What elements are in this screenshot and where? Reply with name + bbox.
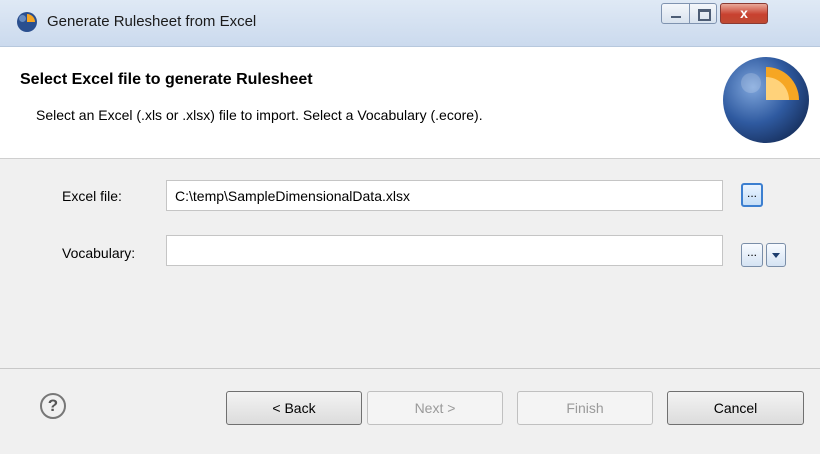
page-title: Select Excel file to generate Rulesheet xyxy=(20,71,313,88)
window-title: Generate Rulesheet from Excel xyxy=(47,13,257,30)
corticon-logo-icon xyxy=(723,57,809,143)
minimize-button[interactable] xyxy=(661,3,690,24)
cancel-button[interactable]: Cancel xyxy=(667,391,804,425)
title-bar: Generate Rulesheet from Excel x xyxy=(0,0,820,47)
vocabulary-dropdown-button[interactable] xyxy=(766,243,786,267)
form-area: Excel file: ... Vocabulary: ... xyxy=(0,159,820,369)
wizard-header: Select Excel file to generate Rulesheet … xyxy=(0,47,820,159)
excel-file-input[interactable] xyxy=(166,180,723,211)
close-button[interactable]: x xyxy=(720,3,768,24)
vocabulary-label: Vocabulary: xyxy=(62,245,136,261)
next-button[interactable]: Next > xyxy=(367,391,503,425)
vocabulary-browse-button[interactable]: ... xyxy=(741,243,763,267)
finish-button[interactable]: Finish xyxy=(517,391,653,425)
app-icon xyxy=(17,12,37,32)
excel-browse-button[interactable]: ... xyxy=(741,183,763,207)
button-bar: ? < Back Next > Finish Cancel xyxy=(0,369,820,454)
maximize-button[interactable] xyxy=(689,3,717,24)
excel-file-label: Excel file: xyxy=(62,188,122,204)
back-button[interactable]: < Back xyxy=(226,391,362,425)
help-icon[interactable]: ? xyxy=(40,393,66,419)
vocabulary-input[interactable] xyxy=(166,235,723,266)
page-description: Select an Excel (.xls or .xlsx) file to … xyxy=(36,107,483,123)
